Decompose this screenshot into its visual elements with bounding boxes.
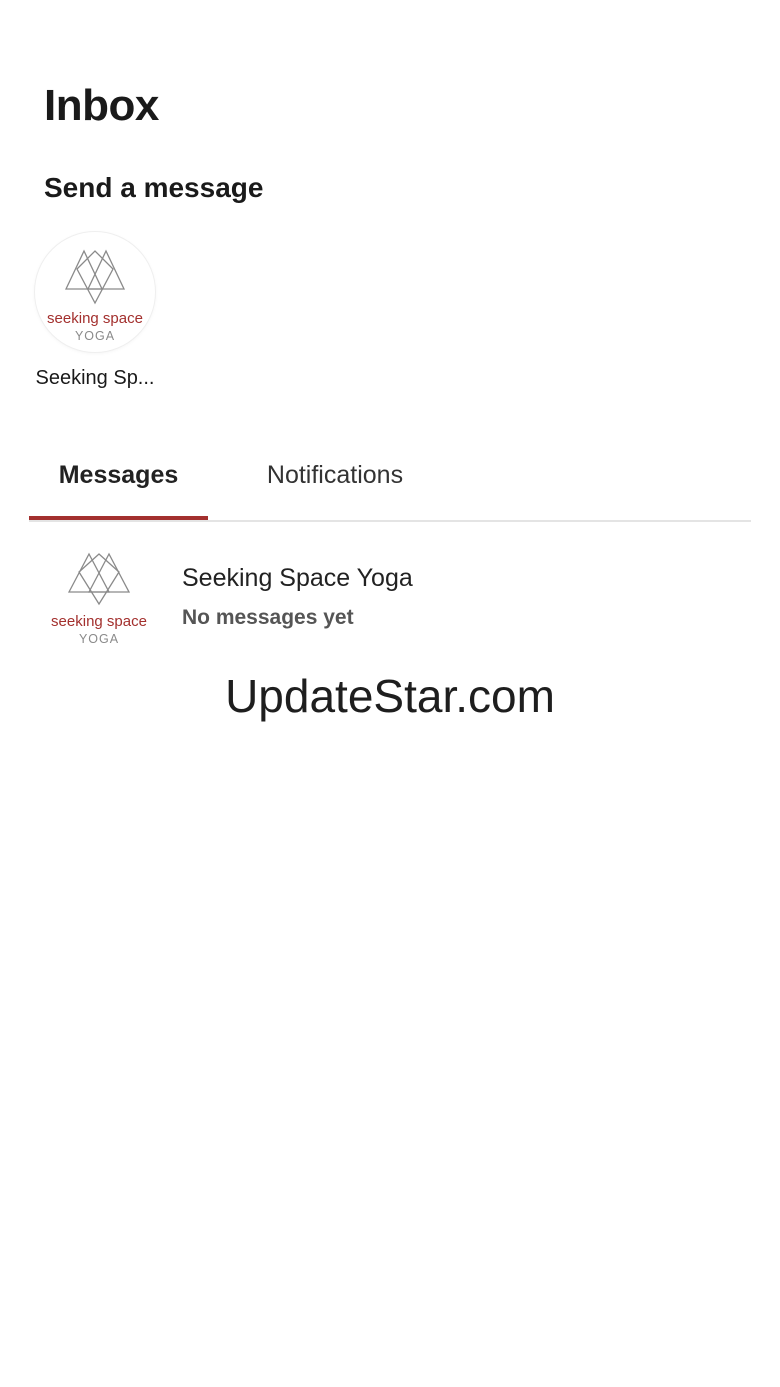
logo-text-line1: seeking space	[51, 613, 147, 630]
message-thread[interactable]: seeking space YOGA Seeking Space Yoga No…	[29, 534, 751, 650]
watermark: UpdateStar.com	[225, 670, 555, 722]
logo-text-line2: YOGA	[79, 632, 119, 646]
logo-text-line2: YOGA	[75, 329, 115, 343]
tab-messages[interactable]: Messages	[29, 432, 208, 520]
contact-name: Seeking Sp...	[35, 367, 155, 389]
send-message-title: Send a message	[44, 172, 264, 203]
tab-notifications[interactable]: Notifications	[237, 432, 433, 518]
contact-seeking-space-yoga[interactable]: seeking space YOGA Seeking Sp...	[24, 232, 166, 390]
thread-name: Seeking Space Yoga	[182, 564, 413, 592]
avatar[interactable]: seeking space YOGA	[35, 232, 155, 352]
seeking-space-yoga-logo-icon: seeking space YOGA	[47, 249, 143, 343]
inbox-tabs: Messages Notifications	[29, 432, 751, 522]
thread-preview: No messages yet	[182, 606, 354, 629]
page-title: Inbox	[44, 81, 159, 130]
logo-text-line1: seeking space	[47, 310, 143, 327]
seeking-space-yoga-logo-icon: seeking space YOGA	[51, 552, 147, 646]
